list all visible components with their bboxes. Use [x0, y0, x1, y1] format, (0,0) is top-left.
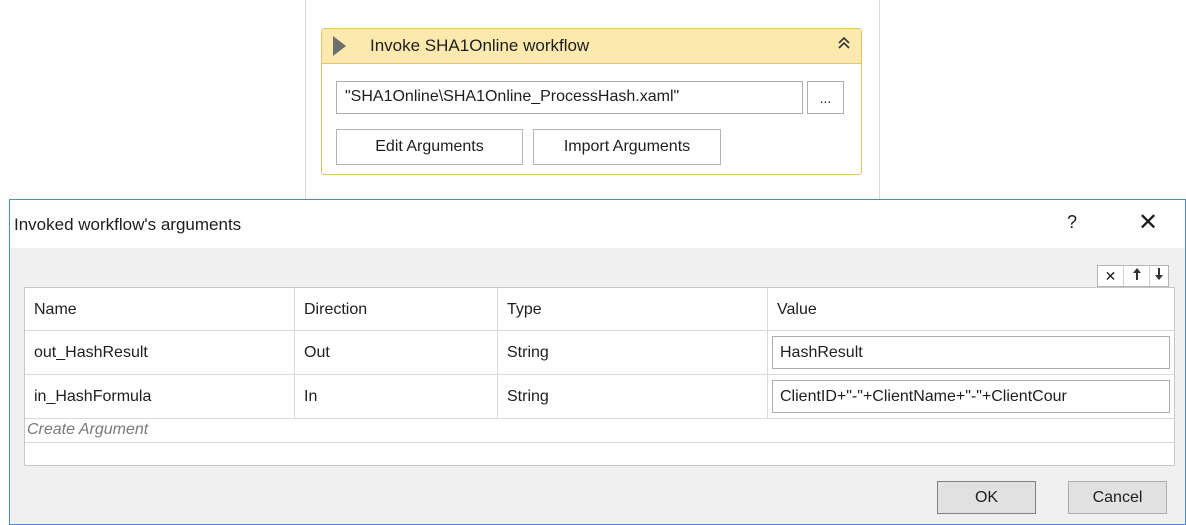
browse-button[interactable]: ...	[807, 81, 844, 114]
argument-value-cell: HashResult	[768, 331, 1174, 374]
create-argument-row[interactable]: Create Argument	[25, 419, 1174, 443]
column-header-name[interactable]: Name	[25, 288, 295, 330]
invoke-workflow-activity[interactable]: Invoke SHA1Online workflow "SHA1Online\S…	[321, 28, 862, 175]
argument-value-input[interactable]: ClientID+"-"+ClientName+"-"+ClientCour	[772, 380, 1170, 413]
column-header-direction[interactable]: Direction	[295, 288, 498, 330]
table-row[interactable]: in_HashFormula In String ClientID+"-"+Cl…	[25, 375, 1174, 419]
help-button[interactable]: ?	[1062, 212, 1082, 233]
argument-toolbar: ✕	[1097, 265, 1169, 287]
dialog-titlebar[interactable]: Invoked workflow's arguments ? ✕	[10, 200, 1185, 248]
activity-title: Invoke SHA1Online workflow	[370, 36, 590, 55]
argument-type-cell[interactable]: String	[498, 331, 768, 374]
argument-direction-cell[interactable]: In	[295, 375, 498, 418]
table-row[interactable]: out_HashResult Out String HashResult	[25, 331, 1174, 375]
arguments-grid: Name Direction Type Value out_HashResult…	[24, 287, 1175, 466]
dialog-title: Invoked workflow's arguments	[14, 215, 242, 234]
cancel-button[interactable]: Cancel	[1068, 481, 1167, 514]
import-arguments-button[interactable]: Import Arguments	[533, 129, 721, 165]
activity-header[interactable]: Invoke SHA1Online workflow	[322, 29, 861, 64]
argument-value-input[interactable]: HashResult	[772, 336, 1170, 369]
argument-direction-cell[interactable]: Out	[295, 331, 498, 374]
arguments-dialog: Invoked workflow's arguments ? ✕ ✕ Name …	[9, 199, 1186, 525]
move-down-icon[interactable]	[1150, 266, 1168, 286]
ok-button[interactable]: OK	[937, 481, 1036, 514]
column-header-value[interactable]: Value	[768, 288, 1174, 330]
workflow-path-input[interactable]: "SHA1Online\SHA1Online_ProcessHash.xaml"	[336, 81, 803, 114]
column-header-type[interactable]: Type	[498, 288, 768, 330]
argument-name-cell[interactable]: out_HashResult	[25, 331, 295, 374]
close-button[interactable]: ✕	[1133, 208, 1163, 237]
edit-arguments-button[interactable]: Edit Arguments	[336, 129, 523, 165]
argument-value-cell: ClientID+"-"+ClientName+"-"+ClientCour	[768, 375, 1174, 418]
grid-header-row: Name Direction Type Value	[25, 288, 1174, 331]
move-up-icon[interactable]	[1124, 266, 1150, 286]
argument-name-cell[interactable]: in_HashFormula	[25, 375, 295, 418]
delete-argument-icon[interactable]: ✕	[1098, 266, 1124, 286]
collapse-icon[interactable]	[836, 35, 852, 52]
create-argument-link[interactable]: Create Argument	[27, 421, 148, 439]
play-icon	[333, 36, 346, 56]
argument-type-cell[interactable]: String	[498, 375, 768, 418]
